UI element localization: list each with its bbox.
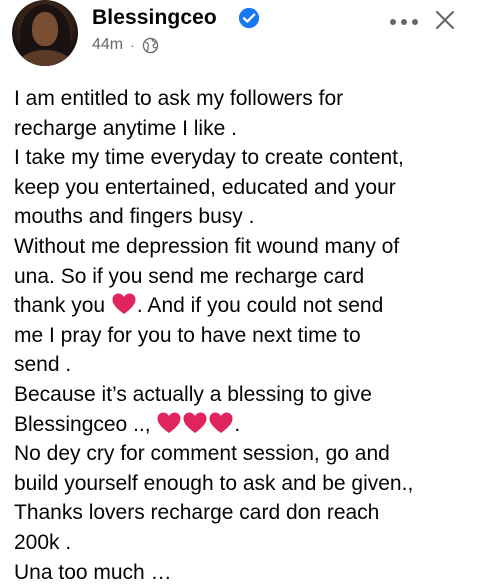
post-text-line: Blessingceo .., . — [14, 410, 474, 440]
post-text-line: build yourself enough to ask and be give… — [14, 469, 474, 499]
post-body: I am entitled to ask my followers for re… — [14, 84, 474, 587]
post-meta: 44m · — [92, 36, 159, 54]
post-text-segment: Blessingceo .., — [14, 413, 151, 436]
post-text-segment: thank you — [14, 294, 105, 317]
post-text-line: I take my time everyday to create conten… — [14, 143, 474, 173]
post-text-line: No dey cry for comment session, go and — [14, 439, 474, 469]
verified-badge-icon — [238, 7, 260, 29]
post-text-line: mouths and fingers busy . — [14, 202, 474, 232]
red-heart-emoji-icon — [208, 411, 234, 435]
post-text-line: me I pray for you to have next time to — [14, 321, 474, 351]
post-timestamp[interactable]: 44m — [92, 36, 123, 54]
post-text-line: send . — [14, 350, 474, 380]
post-text-line: 200k . — [14, 528, 474, 558]
post-text-line: I am entitled to ask my followers for — [14, 84, 474, 114]
post-text-line: keep you entertained, educated and your — [14, 173, 474, 203]
red-heart-emoji-icon — [156, 411, 182, 435]
post-text-line: thank you . And if you could not send — [14, 291, 474, 321]
red-heart-emoji-icon — [182, 411, 208, 435]
post-text-line: Una too much … — [14, 558, 474, 587]
post-text-line: Without me depression fit wound many of — [14, 232, 474, 262]
globe-icon — [142, 37, 159, 54]
post-header: Blessingceo 44m · — [0, 0, 480, 72]
post-text-line: una. So if you send me recharge card — [14, 262, 474, 292]
more-options-icon[interactable] — [389, 18, 419, 26]
close-icon[interactable] — [434, 9, 456, 31]
meta-separator: · — [130, 37, 135, 53]
author-name[interactable]: Blessingceo — [92, 6, 217, 30]
post-text-line: recharge anytime I like . — [14, 114, 474, 144]
red-heart-emoji-icon — [111, 292, 137, 316]
post-text-segment: . — [234, 413, 240, 436]
post-text-line: Because it’s actually a blessing to give — [14, 380, 474, 410]
post-text-segment: . And if you could not send — [137, 294, 383, 317]
post-text-line: Thanks lovers recharge card don reach — [14, 498, 474, 528]
avatar[interactable] — [12, 0, 78, 66]
